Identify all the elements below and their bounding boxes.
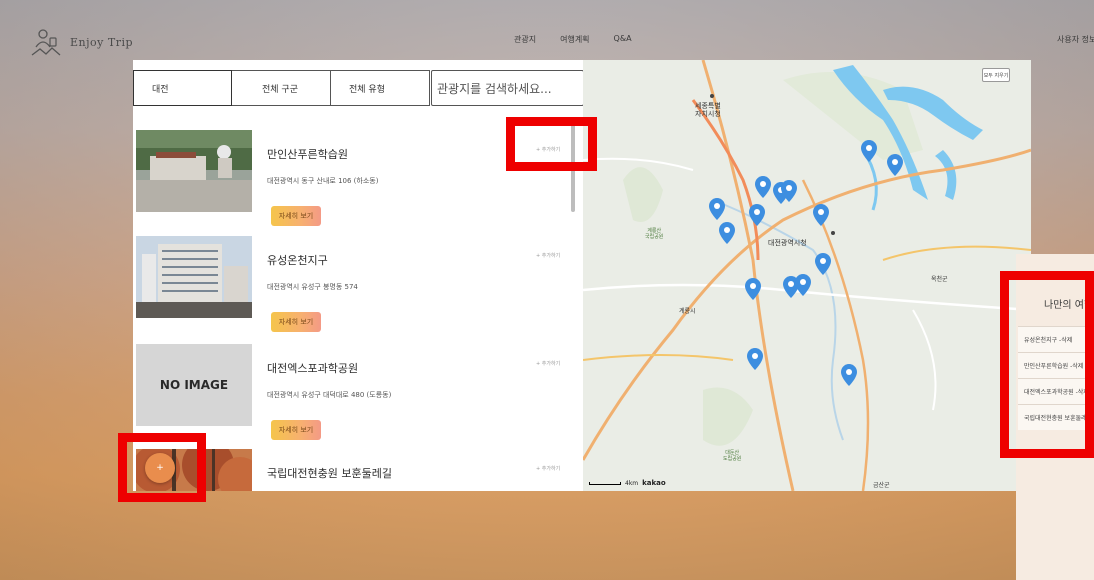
map-label-gyeryong: 계룡산 국립공원	[645, 228, 664, 240]
map-scale: 4km kakao	[589, 479, 666, 487]
list-item: 유성온천지구 대전광역시 유성구 봉명동 574 자세히 보기 + 추가하기	[133, 236, 583, 336]
top-nav: Enjoy Trip 관광지 여행계획 Q&A 사용자 정보	[0, 0, 1094, 60]
district-select[interactable]: 전체 구군	[232, 70, 331, 106]
attraction-title: 국립대전현충원 보훈둘레길	[267, 467, 392, 480]
attraction-title: 유성온천지구	[267, 254, 328, 267]
map-marker-icon[interactable]	[861, 140, 877, 162]
attraction-photo	[136, 130, 252, 212]
detail-button[interactable]: 자세히 보기	[271, 420, 321, 440]
map-marker-icon[interactable]	[841, 364, 857, 386]
map-label-geumsan: 금산군	[873, 482, 890, 489]
add-to-plan-button[interactable]: + 추가하기	[536, 465, 560, 472]
traveler-logo-icon	[31, 29, 61, 56]
map-marker-icon[interactable]	[749, 204, 765, 226]
map-marker-icon[interactable]	[813, 204, 829, 226]
type-select[interactable]: 전체 유형	[331, 70, 430, 106]
scale-label: 4km	[625, 479, 639, 487]
logo[interactable]: Enjoy Trip	[30, 27, 133, 57]
map-marker-icon[interactable]	[747, 348, 763, 370]
attraction-title: 대전엑스포과학공원	[267, 362, 359, 375]
attraction-photo	[136, 236, 252, 318]
attraction-title: 만인산푸른학습원	[267, 148, 348, 161]
region-select[interactable]: 대전	[133, 70, 232, 106]
list-item: NO IMAGE 대전엑스포과학공원 대전광역시 유성구 대덕대로 480 (도…	[133, 344, 583, 444]
user-info-link[interactable]: 사용자 정보	[1057, 34, 1094, 45]
attraction-address: 대전광역시 유성구 봉명동 574	[267, 283, 358, 291]
map-marker-icon[interactable]	[719, 222, 735, 244]
map-label-daedun: 대둔산 도립공원	[723, 450, 742, 462]
map-marker-icon[interactable]	[745, 278, 761, 300]
highlight-box-plan-panel	[1000, 271, 1094, 458]
map-marker-icon[interactable]	[815, 253, 831, 275]
kakao-attribution: kakao	[642, 479, 666, 487]
map-marker-icon[interactable]	[781, 180, 797, 202]
map-marker-icon[interactable]	[755, 176, 771, 198]
highlight-box-add-button	[506, 117, 597, 171]
nav-link-trip-plan[interactable]: 여행계획	[560, 34, 589, 45]
add-to-plan-button[interactable]: + 추가하기	[536, 252, 560, 259]
highlight-box-fab	[118, 433, 206, 502]
filter-bar: 대전 전체 구군 전체 유형 관광지를 검색하세요...	[133, 70, 584, 106]
attraction-address: 대전광역시 동구 산내로 106 (하소동)	[267, 177, 379, 185]
search-input[interactable]: 관광지를 검색하세요...	[431, 70, 584, 106]
no-image-placeholder: NO IMAGE	[136, 344, 252, 426]
detail-button[interactable]: 자세히 보기	[271, 312, 321, 332]
nav-links: 관광지 여행계획 Q&A	[514, 34, 632, 45]
map-marker-icon[interactable]	[709, 198, 725, 220]
map-label-city-hall: 대전광역시청	[768, 239, 807, 247]
attraction-address: 대전광역시 유성구 대덕대로 480 (도룡동)	[267, 391, 392, 399]
brand-name: Enjoy Trip	[70, 35, 134, 49]
kakao-map[interactable]: 모두 지우기 세종특별 자치시청 대전광역시청 계룡산 국립공원 대둔산 도립공…	[583, 60, 1031, 491]
map-label-gyeryong-city: 계룡시	[679, 308, 696, 315]
map-marker-icon[interactable]	[887, 154, 903, 176]
detail-button[interactable]: 자세히 보기	[271, 206, 321, 226]
add-to-plan-button[interactable]: + 추가하기	[536, 360, 560, 367]
map-reset-button[interactable]: 모두 지우기	[982, 68, 1010, 82]
nav-link-qna[interactable]: Q&A	[614, 34, 632, 45]
nav-link-attractions[interactable]: 관광지	[514, 34, 536, 45]
map-marker-icon[interactable]	[795, 274, 811, 296]
map-label-okcheon: 옥천군	[931, 276, 948, 283]
map-label-sejong: 세종특별 자치시청	[695, 102, 721, 118]
scale-bar	[589, 481, 621, 485]
